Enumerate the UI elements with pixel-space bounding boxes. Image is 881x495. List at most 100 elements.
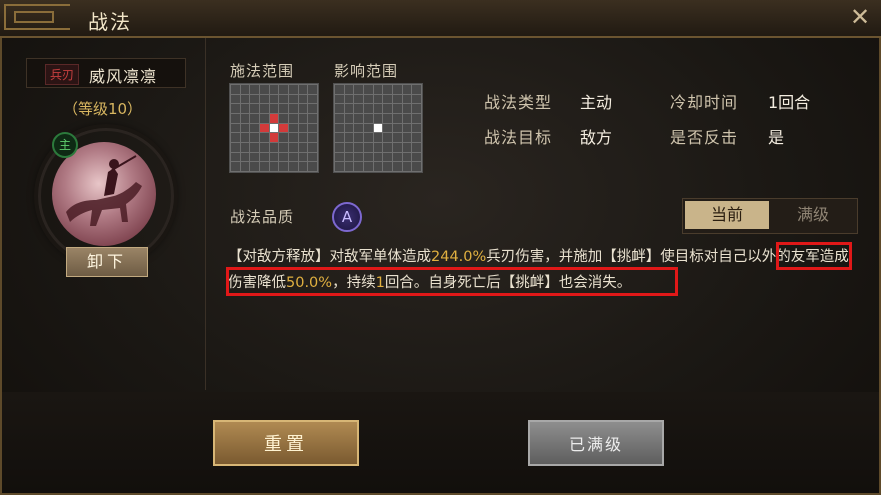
grid-cell — [402, 123, 412, 133]
grid-cell — [298, 152, 308, 162]
grid-cell — [344, 94, 354, 104]
maxed-button[interactable]: 已满级 — [528, 420, 664, 466]
tab-max-level[interactable]: 满级 — [771, 201, 855, 229]
grid-cell — [412, 85, 421, 94]
tab-current[interactable]: 当前 — [685, 201, 769, 229]
grid-cell — [298, 85, 308, 94]
grid-cell — [402, 104, 412, 113]
grid-cell — [354, 114, 363, 123]
grid-cell — [240, 85, 250, 94]
grid-cell — [298, 104, 308, 113]
grid-cell — [298, 114, 308, 123]
desc-part-1: 【对敌方释放】对敌军单体造成 — [228, 249, 431, 265]
grid-cell — [260, 85, 269, 94]
grid-cell — [240, 143, 250, 152]
grid-cell — [279, 114, 288, 123]
effect-range-label: 影响范围 — [334, 62, 399, 80]
skill-type-tag: 兵刃 — [45, 64, 80, 85]
grid-cell — [383, 143, 392, 152]
grid-cell — [269, 114, 279, 123]
grid-cell — [279, 123, 288, 133]
grid-cell — [354, 94, 363, 104]
grid-cell — [240, 114, 250, 123]
grid-cell — [289, 114, 298, 123]
grid-cell — [383, 152, 392, 162]
grid-cell — [364, 143, 373, 152]
grid-cell — [240, 152, 250, 162]
skill-quality-label: 战法品质 — [230, 208, 295, 226]
annotation-box-2 — [226, 267, 678, 296]
action-bar — [2, 392, 879, 493]
grid-cell — [240, 123, 250, 133]
skill-type-label: 战法类型 — [484, 93, 553, 112]
grid-cell — [231, 123, 240, 133]
grid-cell — [402, 162, 412, 171]
grid-cell — [364, 94, 373, 104]
quality-grade-badge: A — [332, 202, 362, 232]
skill-type-value: 主动 — [580, 93, 613, 112]
grid-cell — [289, 94, 298, 104]
grid-cell — [373, 162, 383, 171]
grid-cell — [279, 162, 288, 171]
grid-cell — [393, 94, 402, 104]
grid-cell — [402, 114, 412, 123]
grid-cell — [402, 152, 412, 162]
grid-cell — [393, 133, 402, 142]
grid-cell — [279, 133, 288, 142]
grid-cell — [373, 114, 383, 123]
grid-cell — [289, 123, 298, 133]
grid-cell — [412, 133, 421, 142]
grid-cell — [402, 133, 412, 142]
grid-cell — [354, 143, 363, 152]
grid-cell — [250, 94, 259, 104]
grid-cell — [373, 85, 383, 94]
grid-cell — [231, 162, 240, 171]
grid-cell — [383, 94, 392, 104]
reset-button[interactable]: 重置 — [213, 420, 359, 466]
grid-cell — [250, 114, 259, 123]
grid-cell — [344, 143, 354, 152]
grid-cell — [402, 85, 412, 94]
grid-cell — [402, 143, 412, 152]
grid-cell — [279, 94, 288, 104]
grid-cell — [393, 143, 402, 152]
grid-cell — [289, 162, 298, 171]
close-icon[interactable]: ✕ — [847, 4, 873, 30]
grid-cell — [289, 143, 298, 152]
grid-cell — [231, 143, 240, 152]
cast-range-label: 施法范围 — [230, 62, 295, 80]
grid-cell — [289, 85, 298, 94]
effect-range-grid — [333, 83, 423, 173]
grid-cell — [354, 162, 363, 171]
grid-cell — [393, 152, 402, 162]
grid-cell — [269, 85, 279, 94]
grid-cell — [240, 94, 250, 104]
skill-target-value: 敌方 — [580, 128, 613, 147]
grid-cell — [335, 123, 344, 133]
grid-cell — [250, 123, 259, 133]
skill-name-box: 兵刃 威风凛凛 — [26, 58, 186, 88]
grid-cell — [289, 152, 298, 162]
unequip-button[interactable]: 卸下 — [66, 247, 148, 277]
grid-cell — [373, 94, 383, 104]
counterattack-value: 是 — [768, 128, 785, 147]
grid-cell — [240, 133, 250, 142]
grid-cell — [269, 162, 279, 171]
grid-cell — [260, 162, 269, 171]
grid-cell — [298, 162, 308, 171]
commander-badge: 主 — [52, 132, 78, 158]
grid-cell — [308, 104, 317, 113]
grid-cell — [344, 85, 354, 94]
grid-cell — [335, 104, 344, 113]
desc-part-2: 兵刃伤害，并施加【挑衅】 — [486, 249, 661, 265]
grid-cell — [364, 152, 373, 162]
grid-cell — [240, 162, 250, 171]
grid-cell — [344, 104, 354, 113]
grid-cell — [373, 152, 383, 162]
grid-cell — [354, 104, 363, 113]
grid-cell — [231, 152, 240, 162]
skill-name: 威风凛凛 — [89, 67, 158, 86]
grid-cell — [289, 104, 298, 113]
grid-cell — [344, 123, 354, 133]
grid-cell — [269, 133, 279, 142]
